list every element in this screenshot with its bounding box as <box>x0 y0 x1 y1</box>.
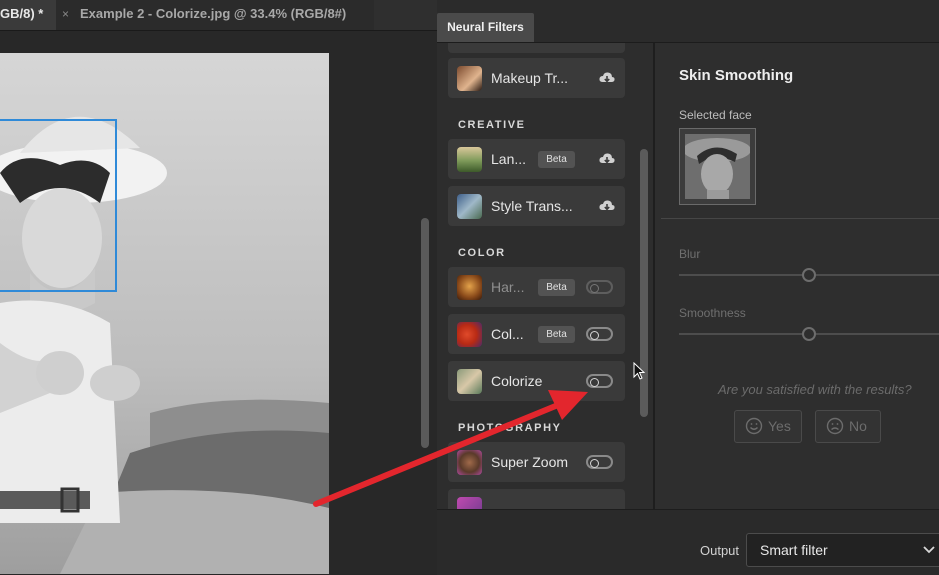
mouse-cursor-icon <box>633 362 646 380</box>
annotation-arrow <box>313 390 588 507</box>
